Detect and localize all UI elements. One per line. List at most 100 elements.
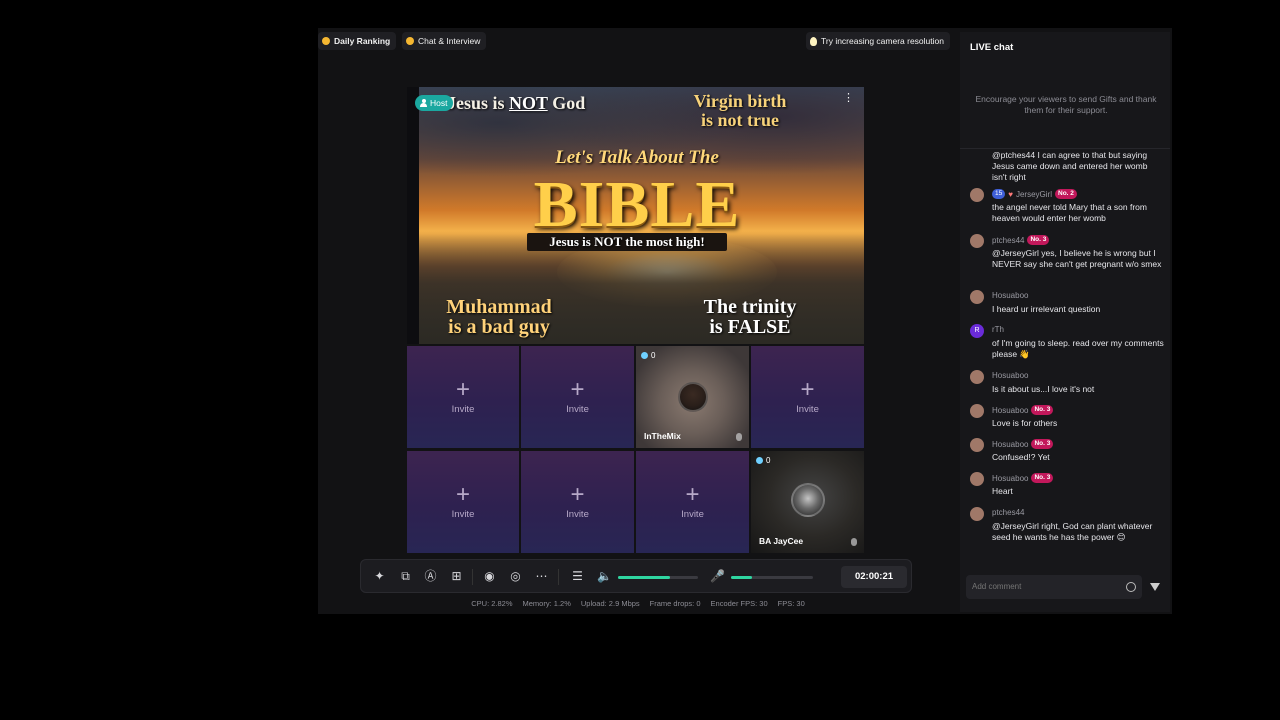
divider: [558, 569, 559, 585]
invite-slot[interactable]: + Invite: [407, 346, 519, 448]
username[interactable]: Hosuaboo: [992, 291, 1028, 300]
host-label: Host: [430, 98, 448, 108]
mic-volume-slider[interactable]: [731, 576, 813, 579]
plus-icon: +: [455, 481, 470, 508]
username[interactable]: Hosuaboo: [992, 474, 1028, 483]
username[interactable]: Hosuaboo: [992, 440, 1028, 449]
gift-count-badge: 0: [641, 351, 655, 360]
message-meta: Hosuaboo No. 3: [992, 405, 1054, 415]
message-text: Is it about us...I love it's not: [992, 384, 1095, 394]
rank-badge: No. 3: [1027, 235, 1050, 245]
username[interactable]: rTh: [992, 325, 1004, 334]
banner-subtitle: Jesus is NOT the most high!: [527, 233, 727, 251]
chat-messages[interactable]: @ptches44 I can agree to that but saying…: [970, 150, 1166, 560]
avatar[interactable]: [970, 370, 984, 384]
plus-icon: +: [455, 376, 470, 403]
avatar[interactable]: [970, 472, 984, 486]
username[interactable]: ptches44: [992, 508, 1024, 517]
avatar[interactable]: [970, 404, 984, 418]
speaker-volume-fill: [618, 576, 670, 579]
gift-count: 0: [651, 351, 656, 360]
main-area: Daily Ranking Chat & Interview Try incre…: [318, 28, 958, 614]
avatar[interactable]: [970, 438, 984, 452]
message-meta: Hosuaboo: [992, 291, 1028, 300]
host-video[interactable]: Jesus is NOT God Virgin birth is not tru…: [407, 87, 864, 344]
banner-trinity: The trinity is FALSE: [703, 296, 797, 338]
guest-avatar: [790, 483, 825, 517]
chat-interview-label: Chat & Interview: [418, 36, 481, 46]
message-meta: Hosuaboo No. 3: [992, 439, 1054, 449]
daily-ranking-button[interactable]: Daily Ranking: [318, 32, 397, 50]
guest-tile[interactable]: 0 InTheMix: [636, 346, 749, 448]
message-text: Love is for others: [992, 418, 1058, 428]
username[interactable]: JerseyGirl: [1016, 190, 1052, 199]
invite-label: Invite: [451, 404, 475, 415]
microphone-icon[interactable]: 🎤: [710, 570, 725, 583]
video-edge: [407, 87, 419, 344]
cpu-stat: CPU: 2.82%: [471, 599, 513, 608]
ai-icon[interactable]: Ⓐ: [424, 570, 437, 583]
guest-grid: + Invite + Invite 0 InTheMix + Invite + …: [407, 346, 864, 553]
settings-sliders-icon[interactable]: ☰: [571, 570, 584, 583]
fps-stat: FPS: 30: [777, 599, 805, 608]
avatar[interactable]: R: [970, 324, 984, 338]
invite-slot[interactable]: + Invite: [751, 346, 864, 448]
speaker-icon[interactable]: 🔈: [597, 570, 612, 583]
username[interactable]: Hosuaboo: [992, 406, 1028, 415]
guest-tile[interactable]: 0 BA JayCee: [751, 451, 864, 553]
invite-label: Invite: [566, 509, 589, 520]
heart-icon: ♥: [1008, 189, 1013, 199]
rank-badge: No. 2: [1055, 189, 1077, 199]
add-source-icon[interactable]: ⊞: [450, 570, 463, 583]
message-text: of I'm going to sleep. read over my comm…: [992, 338, 1164, 359]
level-badge: 15: [992, 189, 1006, 199]
more-options-icon[interactable]: ⋮: [843, 93, 854, 104]
plus-icon: +: [570, 376, 585, 403]
username[interactable]: ptches44: [992, 236, 1024, 245]
rank-badge: No. 3: [1031, 439, 1054, 449]
message-meta: rTh: [992, 325, 1004, 334]
plus-icon: +: [800, 376, 815, 403]
filter-icon[interactable]: [1150, 583, 1160, 591]
avatar[interactable]: [970, 290, 984, 304]
avatar[interactable]: [970, 234, 984, 248]
message-text: I heard ur irrelevant question: [992, 304, 1101, 314]
camera-tip[interactable]: Try increasing camera resolution: [806, 32, 950, 50]
record-icon[interactable]: ◉: [483, 570, 496, 583]
speaker-volume-slider[interactable]: [618, 576, 698, 579]
comment-input[interactable]: [966, 575, 1142, 599]
divider: [960, 148, 1170, 149]
message-text: Heart: [992, 486, 1013, 496]
frame-drops-stat: Frame drops: 0: [649, 599, 701, 608]
invite-slot[interactable]: + Invite: [521, 346, 634, 448]
username[interactable]: Hosuaboo: [992, 371, 1028, 380]
encoder-fps-stat: Encoder FPS: 30: [710, 599, 768, 608]
message-meta: ptches44 No. 3: [992, 235, 1050, 245]
avatar[interactable]: [970, 507, 984, 521]
gift-count: 0: [766, 456, 771, 465]
mic-icon[interactable]: [736, 433, 742, 441]
avatar[interactable]: [970, 188, 984, 202]
message-text: the angel never told Mary that a son fro…: [992, 202, 1147, 223]
host-badge: Host: [415, 95, 454, 111]
invite-slot[interactable]: + Invite: [636, 451, 749, 553]
invite-label: Invite: [451, 509, 475, 520]
mic-icon[interactable]: [851, 538, 857, 546]
chat-interview-button[interactable]: Chat & Interview: [402, 32, 487, 50]
upload-stat: Upload: 2.9 Mbps: [580, 599, 640, 608]
chat-icon: [406, 37, 414, 45]
invite-slot[interactable]: + Invite: [521, 451, 634, 553]
invite-slot[interactable]: + Invite: [407, 451, 519, 553]
emoji-icon[interactable]: [1126, 582, 1136, 592]
capture-icon[interactable]: ◎: [509, 570, 522, 583]
more-icon[interactable]: ⋯: [535, 570, 548, 583]
divider: [472, 569, 473, 585]
magic-wand-icon[interactable]: ✦: [373, 570, 386, 583]
invite-label: Invite: [796, 404, 819, 415]
stream-stage: Jesus is NOT God Virgin birth is not tru…: [407, 87, 864, 553]
stream-toolbar: ✦ ⧉ Ⓐ ⊞ ◉ ◎ ⋯ ☰ 🔈 🎤 02:00:21: [360, 559, 912, 593]
screen-share-icon[interactable]: ⧉: [399, 570, 412, 583]
banner-bible: BIBLE: [533, 168, 741, 241]
invite-label: Invite: [681, 509, 704, 520]
message-text: @JerseyGirl right, God can plant whateve…: [992, 521, 1153, 542]
